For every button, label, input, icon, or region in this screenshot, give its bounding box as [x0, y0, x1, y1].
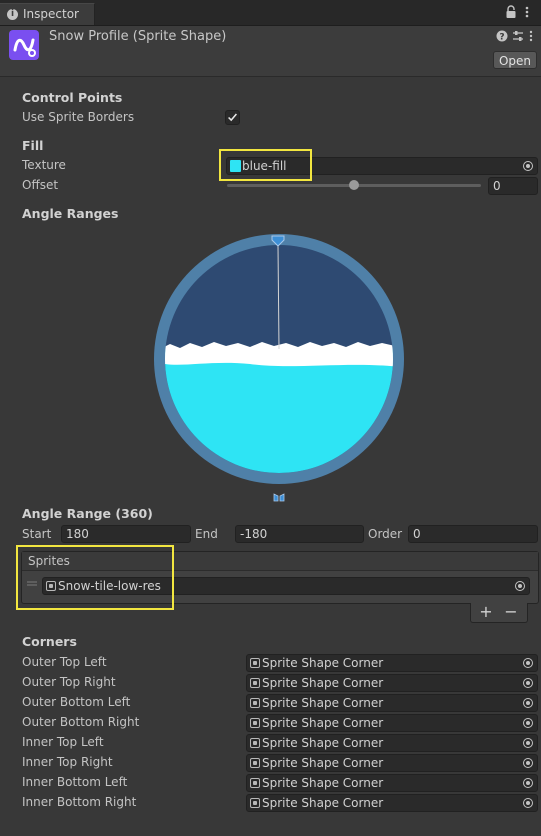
lock-icon[interactable]	[505, 5, 517, 19]
end-value: -180	[240, 527, 268, 541]
offset-value: 0	[493, 179, 501, 193]
corner-field[interactable]: Sprite Shape Corner	[246, 754, 538, 772]
start-label: Start	[22, 527, 52, 541]
texture-label: Texture	[22, 158, 66, 172]
offset-slider-handle[interactable]	[349, 180, 359, 190]
corner-field[interactable]: Sprite Shape Corner	[246, 694, 538, 712]
info-icon: i	[7, 9, 18, 20]
corner-value: Sprite Shape Corner	[262, 796, 384, 810]
presets-icon[interactable]	[512, 30, 524, 42]
open-button[interactable]: Open	[493, 51, 537, 69]
corner-label: Inner Top Right	[22, 755, 113, 769]
corner-field[interactable]: Sprite Shape Corner	[246, 794, 538, 812]
corner-label: Outer Top Right	[22, 675, 116, 689]
sprite-icon	[250, 738, 260, 748]
highlight-sprites	[16, 545, 174, 610]
control-points-heading: Control Points	[22, 90, 123, 105]
sprite-icon	[250, 778, 260, 788]
object-picker-icon[interactable]	[523, 758, 533, 768]
corner-label: Outer Top Left	[22, 655, 107, 669]
corner-label: Inner Top Left	[22, 735, 104, 749]
asset-title: Snow Profile (Sprite Shape)	[49, 29, 227, 44]
start-value: 180	[66, 527, 89, 541]
use-sprite-borders-checkbox[interactable]	[225, 110, 240, 125]
sprite-icon	[250, 718, 260, 728]
end-label: End	[195, 527, 218, 541]
end-input[interactable]: -180	[235, 525, 364, 543]
corner-value: Sprite Shape Corner	[262, 756, 384, 770]
kebab-menu-icon[interactable]	[524, 5, 530, 19]
corner-value: Sprite Shape Corner	[262, 656, 384, 670]
angle-handle-bottom[interactable]	[273, 493, 285, 502]
corner-value: Sprite Shape Corner	[262, 676, 384, 690]
object-picker-icon[interactable]	[523, 778, 533, 788]
add-sprite-button[interactable]: +	[478, 603, 494, 621]
sprite-shape-asset-icon	[9, 30, 39, 60]
remove-sprite-button[interactable]: −	[503, 603, 519, 621]
sprite-icon	[250, 658, 260, 668]
corner-label: Inner Bottom Left	[22, 775, 128, 789]
corner-value: Sprite Shape Corner	[262, 736, 384, 750]
checkmark-icon	[228, 113, 237, 122]
corner-value: Sprite Shape Corner	[262, 716, 384, 730]
object-picker-icon[interactable]	[523, 658, 533, 668]
object-picker-icon[interactable]	[515, 581, 525, 591]
sprite-icon	[250, 758, 260, 768]
order-input[interactable]: 0	[408, 525, 538, 543]
corner-field[interactable]: Sprite Shape Corner	[246, 734, 538, 752]
angle-range-heading: Angle Range (360)	[22, 506, 153, 521]
highlight-texture	[219, 149, 312, 181]
corner-value: Sprite Shape Corner	[262, 776, 384, 790]
corner-label: Outer Bottom Left	[22, 695, 131, 709]
angle-range-wheel[interactable]	[150, 232, 410, 504]
corner-field[interactable]: Sprite Shape Corner	[246, 774, 538, 792]
corner-value: Sprite Shape Corner	[262, 696, 384, 710]
svg-text:?: ?	[499, 33, 504, 43]
corners-heading: Corners	[22, 634, 77, 649]
sprite-icon	[250, 678, 260, 688]
corner-label: Inner Bottom Right	[22, 795, 137, 809]
corner-field[interactable]: Sprite Shape Corner	[246, 654, 538, 672]
order-label: Order	[368, 527, 403, 541]
object-picker-icon[interactable]	[523, 738, 533, 748]
corner-field[interactable]: Sprite Shape Corner	[246, 674, 538, 692]
offset-input[interactable]: 0	[488, 177, 538, 195]
object-picker-icon[interactable]	[523, 718, 533, 728]
help-icon[interactable]: ?	[496, 30, 508, 42]
start-input[interactable]: 180	[61, 525, 191, 543]
corner-label: Outer Bottom Right	[22, 715, 140, 729]
snow-preview	[165, 342, 393, 367]
offset-label: Offset	[22, 178, 59, 192]
kebab-menu-icon[interactable]	[528, 30, 534, 42]
tab-inspector[interactable]: i Inspector	[0, 3, 95, 25]
sprite-icon	[250, 798, 260, 808]
use-sprite-borders-label: Use Sprite Borders	[22, 110, 135, 124]
sprite-icon	[250, 698, 260, 708]
object-picker-icon[interactable]	[523, 678, 533, 688]
object-picker-icon[interactable]	[523, 698, 533, 708]
angle-ranges-heading: Angle Ranges	[22, 206, 119, 221]
corner-field[interactable]: Sprite Shape Corner	[246, 714, 538, 732]
object-picker-icon[interactable]	[523, 161, 533, 171]
tab-label: Inspector	[23, 7, 79, 21]
order-value: 0	[413, 527, 421, 541]
object-picker-icon[interactable]	[523, 798, 533, 808]
fill-heading: Fill	[22, 138, 44, 153]
